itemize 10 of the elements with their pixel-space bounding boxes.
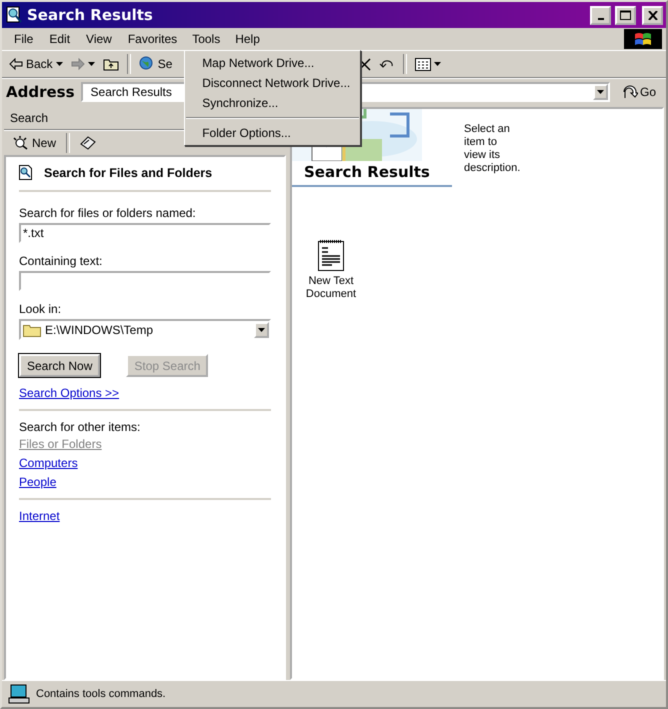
field-label: Search for files or folders named: [19,206,197,220]
pane-heading: Search for Files and Folders [44,166,212,180]
field-label: Look in: [19,302,62,316]
status-text: Contains tools commands. [36,688,166,700]
field-label: Containing text: [19,254,104,268]
window-title: Search Results [27,6,154,24]
section-label: Search for other items: [19,420,142,434]
address-label: Address [6,83,75,101]
results-heading: Search Results [292,161,452,187]
description-text: Select an item to view its description. [464,122,522,176]
